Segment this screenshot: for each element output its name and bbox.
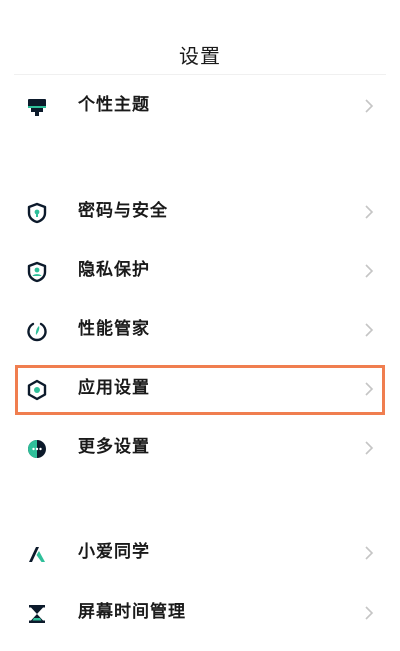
- shield-lock-icon: [26, 202, 48, 224]
- settings-item-performance[interactable]: 性能管家: [14, 302, 386, 358]
- settings-item-label: 更多设置: [78, 437, 150, 457]
- chevron-right-icon: [362, 261, 376, 281]
- chevron-right-icon: [362, 320, 376, 340]
- chevron-right-icon: [362, 202, 376, 222]
- header-divider: [14, 74, 386, 75]
- settings-item-label: 屏幕时间管理: [78, 602, 186, 622]
- chevron-right-icon: [362, 96, 376, 116]
- settings-item-xiaoai[interactable]: 小爱同学: [14, 525, 386, 581]
- settings-item-privacy[interactable]: 隐私保护: [14, 243, 386, 299]
- xiaoai-icon: [26, 543, 48, 565]
- settings-item-theme[interactable]: 个性主题: [14, 78, 386, 134]
- settings-item-label: 密码与安全: [78, 201, 168, 221]
- settings-item-screen-time[interactable]: 屏幕时间管理: [14, 585, 386, 641]
- chevron-right-icon: [362, 603, 376, 623]
- settings-item-label: 个性主题: [78, 95, 150, 115]
- highlight-box: [15, 365, 385, 415]
- hourglass-icon: [26, 603, 48, 625]
- chevron-right-icon: [362, 543, 376, 563]
- settings-item-label: 隐私保护: [78, 260, 150, 280]
- chevron-right-icon: [362, 438, 376, 458]
- settings-item-label: 性能管家: [78, 319, 150, 339]
- performance-icon: [26, 320, 48, 342]
- settings-item-label: 小爱同学: [78, 542, 150, 562]
- page-title: 设置: [179, 44, 221, 68]
- more-settings-icon: [26, 438, 48, 460]
- settings-item-password-security[interactable]: 密码与安全: [14, 184, 386, 240]
- privacy-icon: [26, 261, 48, 283]
- settings-item-more-settings[interactable]: 更多设置: [14, 420, 386, 476]
- theme-icon: [26, 96, 48, 118]
